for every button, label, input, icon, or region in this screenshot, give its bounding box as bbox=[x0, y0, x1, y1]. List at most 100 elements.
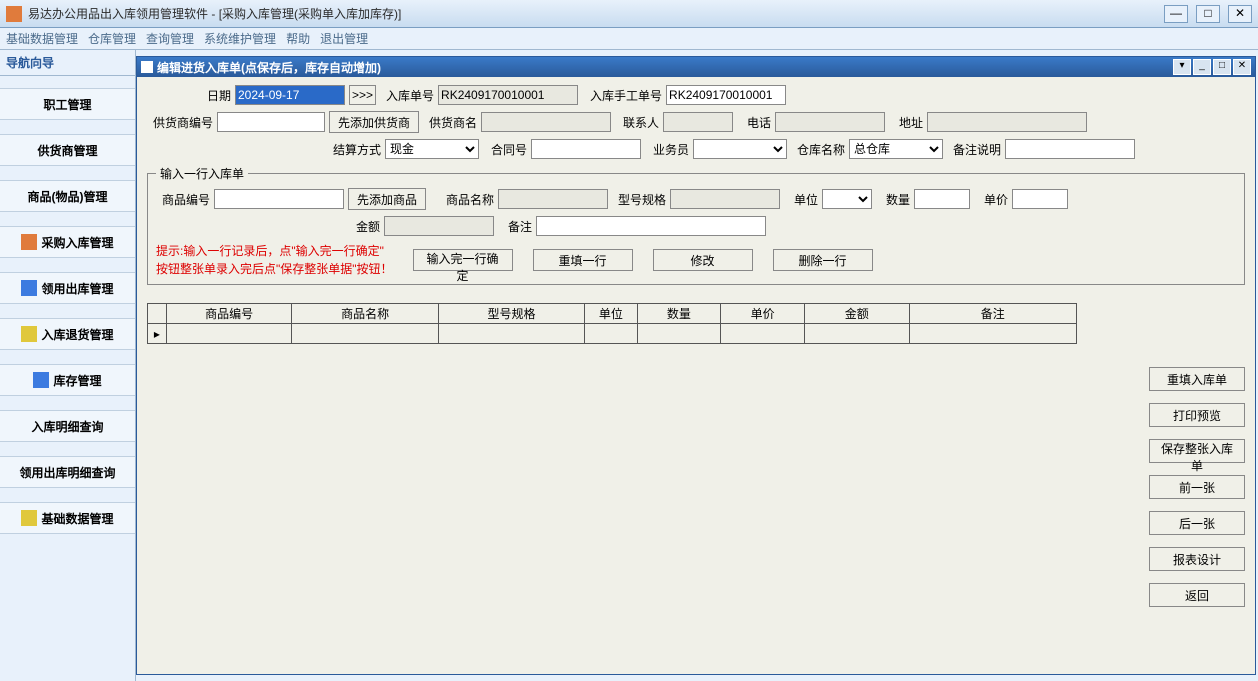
rowhead bbox=[148, 304, 167, 324]
sidebar-item-return[interactable]: 入库退货管理 bbox=[0, 318, 135, 350]
warehouse-select[interactable]: 总仓库 bbox=[849, 139, 943, 159]
pname-input[interactable] bbox=[498, 189, 608, 209]
pcode-input[interactable] bbox=[214, 189, 344, 209]
inno-label: 入库单号 bbox=[380, 87, 434, 104]
date-input[interactable] bbox=[235, 85, 345, 105]
sidebar-item-employee[interactable]: 职工管理 bbox=[0, 88, 135, 120]
app-title: 易达办公用品出入库领用管理软件 - [采购入库管理(采购单入库加库存)] bbox=[28, 5, 1164, 22]
unit-label: 单位 bbox=[784, 191, 818, 208]
delete-row-button[interactable]: 删除一行 bbox=[773, 249, 873, 271]
sidebar-item-in-detail[interactable]: 入库明细查询 bbox=[0, 410, 135, 442]
supplier-name-label: 供货商名 bbox=[423, 114, 477, 131]
paymethod-select[interactable]: 现金 bbox=[385, 139, 479, 159]
qty-label: 数量 bbox=[876, 191, 910, 208]
menu-item[interactable]: 帮助 bbox=[286, 30, 310, 47]
qty-input[interactable] bbox=[914, 189, 970, 209]
close-button[interactable]: ✕ bbox=[1228, 5, 1252, 23]
sidebar-item-stock[interactable]: 库存管理 bbox=[0, 364, 135, 396]
line-grid[interactable]: 商品编号 商品名称 型号规格 单位 数量 单价 金额 备注 ▸ bbox=[147, 303, 1077, 344]
col-unit: 单位 bbox=[585, 304, 637, 324]
prev-order-button[interactable]: 前一张 bbox=[1149, 475, 1245, 499]
remark-header-label: 备注说明 bbox=[947, 141, 1001, 158]
maximize-button[interactable]: □ bbox=[1196, 5, 1220, 23]
minimize-button[interactable]: — bbox=[1164, 5, 1188, 23]
next-order-button[interactable]: 后一张 bbox=[1149, 511, 1245, 535]
spec-input[interactable] bbox=[670, 189, 780, 209]
confirm-row-button[interactable]: 输入完一行确定 bbox=[413, 249, 513, 271]
amount-label: 金额 bbox=[346, 218, 380, 235]
date-picker-button[interactable]: >>> bbox=[349, 85, 376, 105]
add-supplier-button[interactable]: 先添加供货商 bbox=[329, 111, 419, 133]
contact-label: 联系人 bbox=[615, 114, 659, 131]
sidebar-item-basedata[interactable]: 基础数据管理 bbox=[0, 502, 135, 534]
line-remark-input[interactable] bbox=[536, 216, 766, 236]
sidebar-item-supplier[interactable]: 供货商管理 bbox=[0, 134, 135, 166]
menu-item[interactable]: 查询管理 bbox=[146, 30, 194, 47]
purchase-icon bbox=[21, 234, 37, 250]
contact-input[interactable] bbox=[663, 112, 733, 132]
save-order-button[interactable]: 保存整张入库单 bbox=[1149, 439, 1245, 463]
menu-item[interactable]: 仓库管理 bbox=[88, 30, 136, 47]
contract-label: 合同号 bbox=[483, 141, 527, 158]
phone-label: 电话 bbox=[737, 114, 771, 131]
report-design-button[interactable]: 报表设计 bbox=[1149, 547, 1245, 571]
print-preview-button[interactable]: 打印预览 bbox=[1149, 403, 1245, 427]
line-remark-label: 备注 bbox=[498, 218, 532, 235]
menu-item[interactable]: 基础数据管理 bbox=[6, 30, 78, 47]
contract-input[interactable] bbox=[531, 139, 641, 159]
inno-input[interactable] bbox=[438, 85, 578, 105]
col-amount: 金额 bbox=[804, 304, 909, 324]
stock-icon bbox=[33, 372, 49, 388]
subwin-close-button[interactable]: ✕ bbox=[1233, 59, 1251, 75]
subwin-titlebar: 编辑进货入库单(点保存后，库存自动增加) ▾ _ □ ✕ bbox=[137, 57, 1255, 77]
sidebar-item-purchase-in[interactable]: 采购入库管理 bbox=[0, 226, 135, 258]
col-pname: 商品名称 bbox=[292, 304, 438, 324]
line-legend: 输入一行入库单 bbox=[156, 165, 248, 182]
app-icon bbox=[6, 6, 22, 22]
content-area: 编辑进货入库单(点保存后，库存自动增加) ▾ _ □ ✕ 日期 >>> 入库单号… bbox=[136, 50, 1258, 681]
sidebar: 导航向导 职工管理 供货商管理 商品(物品)管理 采购入库管理 领用出库管理 入… bbox=[0, 50, 136, 681]
clerk-label: 业务员 bbox=[645, 141, 689, 158]
return-icon bbox=[21, 326, 37, 342]
phone-input[interactable] bbox=[775, 112, 885, 132]
sidebar-item-out-detail[interactable]: 领用出库明细查询 bbox=[0, 456, 135, 488]
refill-order-button[interactable]: 重填入库单 bbox=[1149, 367, 1245, 391]
supplier-name-input[interactable] bbox=[481, 112, 611, 132]
edit-row-button[interactable]: 修改 bbox=[653, 249, 753, 271]
remark-header-input[interactable] bbox=[1005, 139, 1135, 159]
sidebar-item-use-out[interactable]: 领用出库管理 bbox=[0, 272, 135, 304]
subwin-maximize-button[interactable]: □ bbox=[1213, 59, 1231, 75]
app-name: 易达办公用品出入库领用管理软件 bbox=[28, 7, 208, 21]
amount-input[interactable] bbox=[384, 216, 494, 236]
grid-header-row: 商品编号 商品名称 型号规格 单位 数量 单价 金额 备注 bbox=[148, 304, 1077, 324]
col-spec: 型号规格 bbox=[438, 304, 584, 324]
basedata-icon bbox=[21, 510, 37, 526]
add-product-button[interactable]: 先添加商品 bbox=[348, 188, 426, 210]
right-button-panel: 重填入库单 打印预览 保存整张入库单 前一张 后一张 报表设计 返回 bbox=[1149, 367, 1245, 607]
menu-item[interactable]: 退出管理 bbox=[320, 30, 368, 47]
price-input[interactable] bbox=[1012, 189, 1068, 209]
manual-input[interactable] bbox=[666, 85, 786, 105]
sidebar-item-product[interactable]: 商品(物品)管理 bbox=[0, 180, 135, 212]
sub-window: 编辑进货入库单(点保存后，库存自动增加) ▾ _ □ ✕ 日期 >>> 入库单号… bbox=[136, 56, 1256, 675]
address-input[interactable] bbox=[927, 112, 1087, 132]
subwin-minimize-button[interactable]: _ bbox=[1193, 59, 1211, 75]
col-qty: 数量 bbox=[637, 304, 721, 324]
nav-list: 职工管理 供货商管理 商品(物品)管理 采购入库管理 领用出库管理 入库退货管理… bbox=[0, 76, 135, 534]
form-area: 日期 >>> 入库单号 入库手工单号 供货商编号 先添加供货商 供货商名 联系人 bbox=[137, 77, 1255, 352]
nav-header: 导航向导 bbox=[0, 50, 135, 76]
table-row[interactable]: ▸ bbox=[148, 324, 1077, 344]
menu-item[interactable]: 系统维护管理 bbox=[204, 30, 276, 47]
subwin-down-button[interactable]: ▾ bbox=[1173, 59, 1191, 75]
return-button[interactable]: 返回 bbox=[1149, 583, 1245, 607]
manual-label: 入库手工单号 bbox=[582, 87, 662, 104]
spec-label: 型号规格 bbox=[612, 191, 666, 208]
col-pcode: 商品编号 bbox=[166, 304, 292, 324]
paymethod-label: 结算方式 bbox=[327, 141, 381, 158]
refill-row-button[interactable]: 重填一行 bbox=[533, 249, 633, 271]
hint-text: 提示:输入一行记录后，点"输入完一行确定" 按钮整张单录入完后点"保存整张单据"… bbox=[156, 242, 393, 278]
supplier-code-input[interactable] bbox=[217, 112, 325, 132]
unit-select[interactable] bbox=[822, 189, 872, 209]
col-remark: 备注 bbox=[909, 304, 1076, 324]
clerk-select[interactable] bbox=[693, 139, 787, 159]
